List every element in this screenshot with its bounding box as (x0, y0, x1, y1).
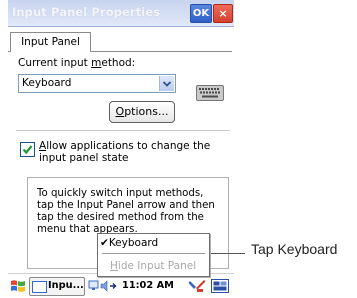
info-text: To quickly switch input methods, tap the… (37, 188, 215, 235)
taskbar-app-button[interactable]: Inpu... (29, 277, 85, 296)
input-method-popup-menu: ✔Keyboard Hide Input Panel (97, 233, 210, 277)
window-title: Input Panel Properties (12, 5, 161, 19)
menu-item-keyboard[interactable]: ✔Keyboard (100, 237, 158, 249)
system-tray-icons[interactable] (88, 279, 118, 293)
accelerator-key: m (91, 57, 102, 69)
taskbar-app-label: Inpu... (48, 280, 84, 291)
app-window-icon (32, 281, 47, 293)
pocketpc-screen: Input Panel Properties OK × Input Panel … (8, 0, 234, 298)
title-bar: Input Panel Properties OK × (8, 0, 234, 27)
windows-start-icon[interactable] (10, 278, 26, 294)
taskbar-clock[interactable]: 11:02 AM (122, 280, 174, 291)
allow-apps-checkbox[interactable] (20, 142, 35, 157)
keyboard-icon (196, 85, 224, 101)
dropdown-arrow-icon[interactable] (159, 76, 174, 91)
ok-button[interactable]: OK (190, 4, 212, 23)
tools-icon[interactable] (188, 278, 206, 294)
label-part: Current input (18, 57, 92, 69)
network-tray-icon (88, 280, 99, 290)
input-method-select[interactable]: Keyboard (18, 74, 176, 93)
label-part: ethod: (101, 57, 136, 69)
callout-label: Tap Keyboard (251, 241, 338, 257)
current-input-method-label: Current input method: (18, 57, 135, 69)
checkmark-icon (22, 145, 33, 155)
options-button[interactable]: Options... (109, 101, 175, 123)
menu-item-label: Keyboard (108, 237, 159, 249)
close-button[interactable]: × (213, 4, 233, 23)
accelerator-key: O (115, 105, 125, 118)
keyboard-icon[interactable] (211, 278, 229, 294)
menu-separator (102, 253, 205, 254)
checkmark-icon: ✔ (100, 237, 109, 249)
input-method-value: Keyboard (22, 77, 72, 89)
allow-label-text: llow applications to change the input pa… (39, 140, 211, 164)
menu-item-label: ide Input Panel (117, 260, 197, 272)
options-label: ptions... (124, 105, 169, 118)
divider (16, 130, 230, 131)
accelerator-key: H (110, 260, 118, 272)
allow-apps-label[interactable]: Allow applications to change the input p… (39, 140, 221, 164)
menu-item-hide-input-panel[interactable]: Hide Input Panel (110, 260, 196, 272)
speaker-tray-icon (100, 280, 117, 292)
tab-input-panel[interactable]: Input Panel (10, 32, 91, 52)
